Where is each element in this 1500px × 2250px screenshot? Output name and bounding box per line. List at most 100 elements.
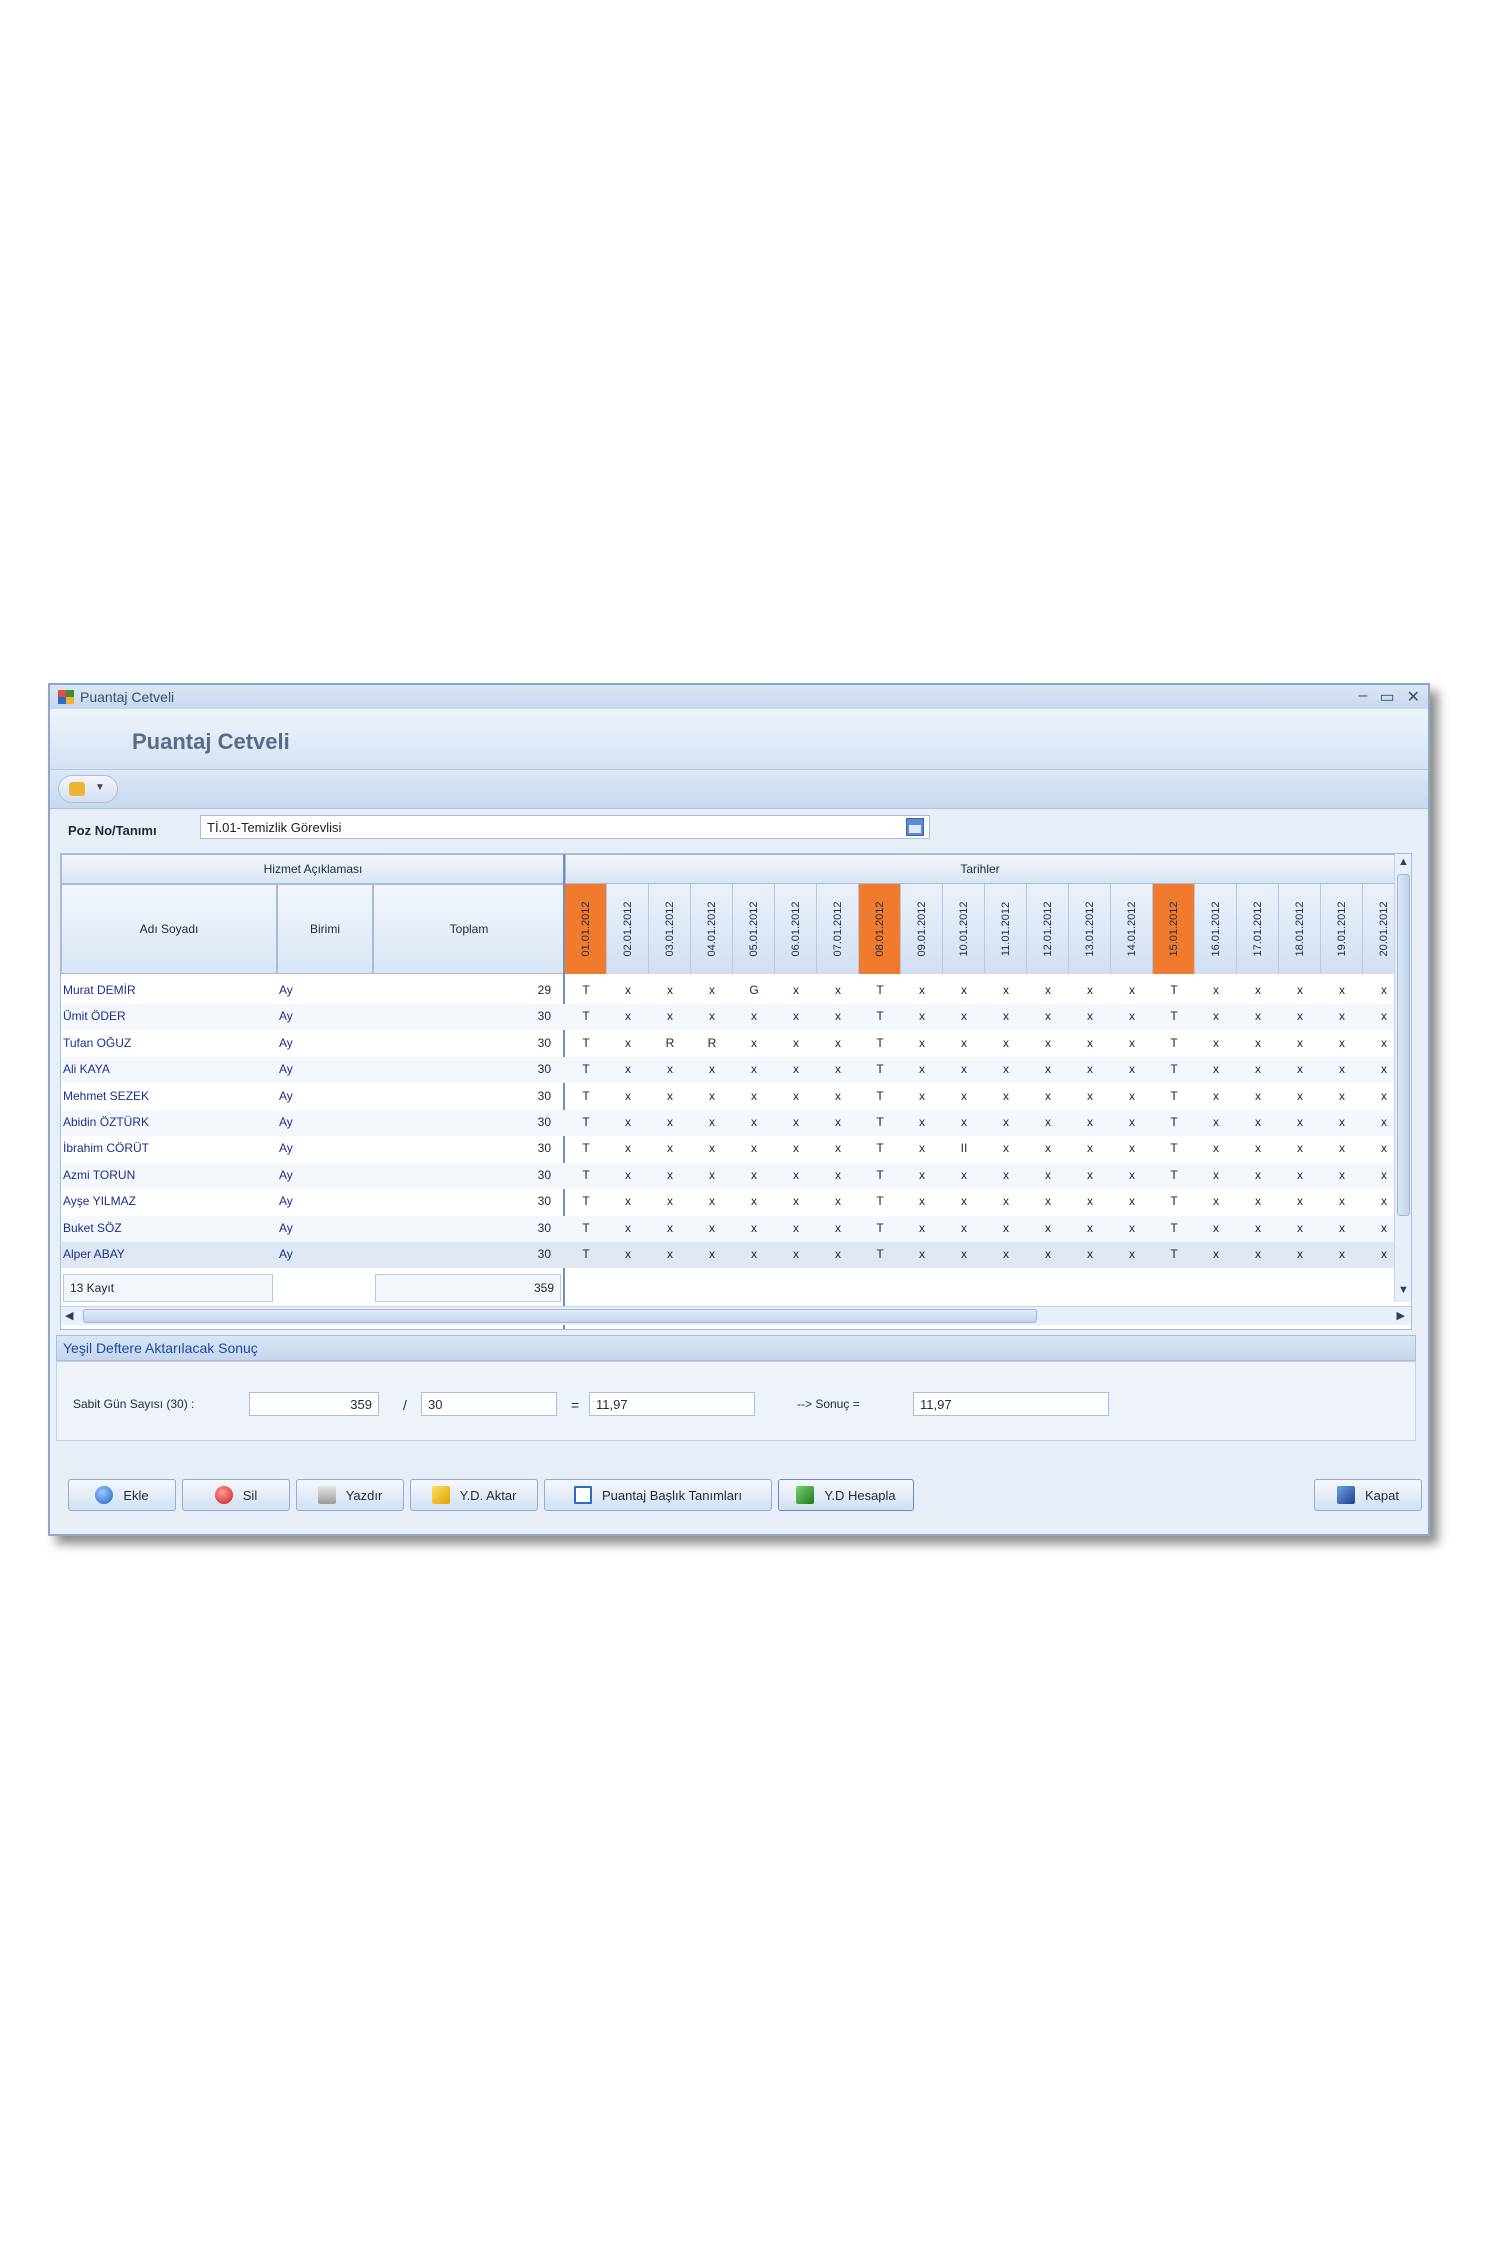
- day-cell[interactable]: R: [649, 1036, 691, 1050]
- day-cell[interactable]: x: [1279, 1062, 1321, 1076]
- options-menu-button[interactable]: ▼: [58, 775, 118, 803]
- column-header-unit[interactable]: Birimi: [277, 884, 373, 974]
- day-cell[interactable]: x: [607, 1036, 649, 1050]
- day-cell[interactable]: x: [1237, 1247, 1279, 1261]
- poz-input[interactable]: [200, 815, 930, 839]
- day-cell[interactable]: R: [691, 1036, 733, 1050]
- date-column-header[interactable]: 10.01.2012: [943, 884, 985, 974]
- day-cell[interactable]: T: [1153, 1036, 1195, 1050]
- day-cell[interactable]: T: [1153, 1141, 1195, 1155]
- day-cell[interactable]: x: [901, 1247, 943, 1261]
- day-cell[interactable]: x: [1279, 1036, 1321, 1050]
- day-cell[interactable]: T: [1153, 1168, 1195, 1182]
- day-cell[interactable]: x: [733, 1089, 775, 1103]
- day-cell[interactable]: x: [985, 983, 1027, 997]
- day-cell[interactable]: x: [1321, 1194, 1363, 1208]
- day-cell[interactable]: T: [1153, 1247, 1195, 1261]
- day-cell[interactable]: T: [859, 1247, 901, 1261]
- calendar-icon[interactable]: [906, 818, 924, 836]
- day-cell[interactable]: x: [1195, 983, 1237, 997]
- day-cell[interactable]: x: [1237, 1168, 1279, 1182]
- day-cell[interactable]: x: [733, 1247, 775, 1261]
- day-cell[interactable]: x: [691, 1141, 733, 1155]
- day-cell[interactable]: x: [1069, 1009, 1111, 1023]
- day-cell[interactable]: T: [859, 983, 901, 997]
- date-column-header[interactable]: 15.01.2012: [1153, 884, 1195, 974]
- days-divisor-field[interactable]: [421, 1392, 557, 1416]
- day-cell[interactable]: T: [859, 1194, 901, 1208]
- day-cell[interactable]: x: [985, 1194, 1027, 1208]
- date-column-header[interactable]: 19.01.2012: [1321, 884, 1363, 974]
- day-cell[interactable]: x: [733, 1141, 775, 1155]
- day-cell[interactable]: x: [901, 1194, 943, 1208]
- day-cell[interactable]: x: [1027, 1115, 1069, 1129]
- day-cell[interactable]: x: [1321, 1141, 1363, 1155]
- day-cell[interactable]: x: [943, 1168, 985, 1182]
- date-column-header[interactable]: 14.01.2012: [1111, 884, 1153, 974]
- day-cell[interactable]: x: [1237, 1062, 1279, 1076]
- table-row[interactable]: Ayşe YILMAZ Ay 30 Tx x x x x x Tx x x x x x Tx x x x x: [61, 1189, 1395, 1215]
- day-cell[interactable]: x: [943, 1009, 985, 1023]
- day-cell[interactable]: x: [1027, 1168, 1069, 1182]
- day-cell[interactable]: x: [1195, 1141, 1237, 1155]
- day-cell[interactable]: x: [1321, 1009, 1363, 1023]
- day-cell[interactable]: T: [1153, 1089, 1195, 1103]
- day-cell[interactable]: x: [1279, 1141, 1321, 1155]
- day-cell[interactable]: x: [1279, 1194, 1321, 1208]
- day-cell[interactable]: x: [607, 1115, 649, 1129]
- day-cell[interactable]: T: [859, 1036, 901, 1050]
- date-column-header[interactable]: 05.01.2012: [733, 884, 775, 974]
- day-cell[interactable]: x: [1111, 1221, 1153, 1235]
- day-cell[interactable]: x: [1111, 1141, 1153, 1155]
- day-cell[interactable]: x: [1111, 983, 1153, 997]
- header-definitions-button[interactable]: Puantaj Başlık Tanımları: [544, 1479, 772, 1511]
- day-cell[interactable]: x: [1195, 1115, 1237, 1129]
- table-row[interactable]: Ümit ÖDER Ay 30 Tx x x x x x Tx x x x x x Tx x x x x: [61, 1004, 1395, 1031]
- date-column-header[interactable]: 18.01.2012: [1279, 884, 1321, 974]
- day-cell[interactable]: x: [649, 1247, 691, 1261]
- day-cell[interactable]: x: [691, 1089, 733, 1103]
- day-cell[interactable]: x: [1195, 1194, 1237, 1208]
- day-cell[interactable]: x: [607, 1062, 649, 1076]
- day-cell[interactable]: x: [733, 1062, 775, 1076]
- day-cell[interactable]: x: [691, 1009, 733, 1023]
- day-cell[interactable]: x: [1111, 1194, 1153, 1208]
- day-cell[interactable]: x: [649, 1089, 691, 1103]
- day-cell[interactable]: x: [775, 1194, 817, 1208]
- date-column-header[interactable]: 17.01.2012: [1237, 884, 1279, 974]
- day-cell[interactable]: x: [1027, 1141, 1069, 1155]
- date-column-header[interactable]: 04.01.2012: [691, 884, 733, 974]
- day-cell[interactable]: x: [817, 1141, 859, 1155]
- day-cell[interactable]: x: [1237, 1036, 1279, 1050]
- day-cell[interactable]: x: [1195, 1247, 1237, 1261]
- yd-transfer-button[interactable]: Y.D. Aktar: [410, 1479, 538, 1511]
- day-cell[interactable]: x: [775, 1036, 817, 1050]
- table-row[interactable]: Ali KAYA Ay 30 Tx x x x x x Tx x x x x x Tx x x x x: [61, 1057, 1395, 1084]
- day-cell[interactable]: x: [1111, 1036, 1153, 1050]
- day-cell[interactable]: T: [1153, 1221, 1195, 1235]
- add-button[interactable]: Ekle: [68, 1479, 176, 1511]
- day-cell[interactable]: x: [985, 1168, 1027, 1182]
- day-cell[interactable]: x: [985, 1115, 1027, 1129]
- day-cell[interactable]: T: [1153, 1194, 1195, 1208]
- delete-button[interactable]: Sil: [182, 1479, 290, 1511]
- day-cell[interactable]: T: [565, 1141, 607, 1155]
- day-cell[interactable]: x: [649, 1194, 691, 1208]
- result-field[interactable]: [913, 1392, 1109, 1416]
- day-cell[interactable]: x: [817, 1221, 859, 1235]
- table-row[interactable]: İbrahim CÖRÜT Ay 30 Tx x x x x x Tx II x x x x Tx x x x x: [61, 1136, 1395, 1162]
- day-cell[interactable]: x: [817, 1062, 859, 1076]
- day-cell[interactable]: x: [1195, 1062, 1237, 1076]
- day-cell[interactable]: x: [985, 1141, 1027, 1155]
- day-cell[interactable]: x: [943, 1247, 985, 1261]
- day-cell[interactable]: x: [985, 1221, 1027, 1235]
- day-cell[interactable]: T: [565, 1115, 607, 1129]
- day-cell[interactable]: II: [943, 1141, 985, 1155]
- day-cell[interactable]: T: [565, 1062, 607, 1076]
- day-cell[interactable]: x: [1237, 1141, 1279, 1155]
- day-cell[interactable]: x: [1195, 1168, 1237, 1182]
- day-cell[interactable]: x: [691, 1194, 733, 1208]
- day-cell[interactable]: x: [1069, 1141, 1111, 1155]
- day-cell[interactable]: x: [1279, 983, 1321, 997]
- day-cell[interactable]: x: [943, 1221, 985, 1235]
